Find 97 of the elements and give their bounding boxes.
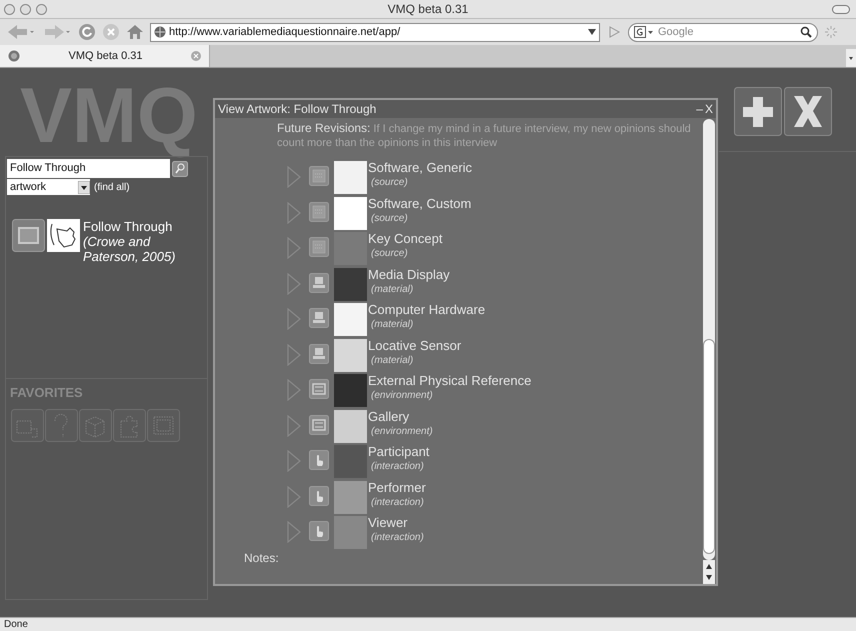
frame-icon (309, 414, 329, 434)
item-category: (environment) (371, 426, 433, 438)
photo-placeholder (334, 196, 367, 230)
dropdown-caret-icon[interactable] (588, 29, 596, 35)
binary-icon (309, 237, 329, 257)
scroll-arrows-icon[interactable] (703, 560, 715, 584)
tab-list-icon[interactable] (846, 49, 856, 67)
search-icon[interactable] (800, 26, 812, 38)
item-name: Performer (368, 480, 426, 496)
photo-placeholder (334, 516, 367, 549)
binary-icon (309, 202, 329, 222)
frame-icon[interactable] (12, 219, 45, 252)
play-arrow-icon[interactable] (287, 308, 301, 330)
window-minimize-control[interactable] (20, 4, 31, 15)
item-category: (source) (371, 248, 409, 261)
globe-icon (8, 50, 20, 62)
play-arrow-icon[interactable] (287, 237, 301, 259)
photo-placeholder (334, 268, 367, 300)
window-close-control[interactable] (4, 4, 15, 15)
item-category: (interaction) (371, 461, 425, 474)
item-name: Software, Custom (368, 196, 472, 212)
item-category: (material) (371, 284, 414, 296)
item-category: (material) (371, 354, 414, 368)
scrollbar-thumb[interactable] (703, 339, 715, 554)
item-name: Viewer (368, 515, 409, 532)
photo-placeholder (334, 161, 367, 194)
window-title: VMQ beta 0.31 (388, 1, 468, 18)
notes-label: Notes: (244, 550, 280, 566)
photo-placeholder (334, 410, 367, 442)
search-icon[interactable] (172, 160, 188, 176)
photo-placeholder (334, 480, 367, 514)
dropdown-caret-icon (78, 180, 90, 194)
close-button[interactable]: X (704, 100, 713, 118)
minimize-button[interactable]: – (696, 100, 703, 118)
play-arrow-icon[interactable] (287, 486, 301, 508)
item-name: Gallery (368, 408, 410, 425)
toolbar-toggle-control[interactable] (832, 5, 850, 14)
computer-icon (309, 308, 329, 328)
close-icon[interactable] (784, 87, 832, 136)
stop-icon[interactable] (102, 23, 120, 41)
play-arrow-icon[interactable] (287, 166, 301, 188)
future-revisions-text: Future Revisions: If I change my mind in a future interview, my new opinions should count more than the opinions in this interview (277, 121, 692, 150)
play-arrow-icon[interactable] (287, 379, 301, 401)
search-field[interactable]: Google (628, 22, 818, 42)
letter-g-icon (634, 26, 654, 38)
globe-icon (154, 26, 166, 38)
frame-outline-icon[interactable] (147, 408, 180, 442)
puzzle-outline-icon[interactable] (113, 408, 146, 442)
back-arrow-icon[interactable] (6, 23, 36, 41)
status-text: Done (4, 618, 28, 631)
plus-icon[interactable] (734, 87, 782, 136)
box-outline-icon[interactable] (79, 408, 112, 442)
type-select[interactable]: artwork (7, 179, 90, 195)
item-category: (source) (371, 212, 409, 226)
binary-icon (309, 166, 329, 186)
hand-icon (309, 521, 329, 541)
photo-placeholder (334, 338, 367, 372)
item-category: (interaction) (371, 532, 424, 545)
item-name: Locative Sensor (368, 338, 462, 354)
play-arrow-icon[interactable] (287, 202, 301, 224)
dialog-title: View Artwork: Follow Through (218, 101, 378, 118)
item-category: (interaction) (371, 496, 425, 510)
item-name: Computer Hardware (368, 302, 486, 318)
frame-icon (309, 379, 329, 399)
hand-icon (309, 486, 329, 506)
photo-placeholder (334, 303, 367, 336)
suitcase-outline-icon[interactable] (11, 408, 44, 442)
photo-placeholder (334, 374, 367, 407)
result-credit: (Crowe and Paterson, 2005) (83, 234, 177, 264)
play-arrow-icon[interactable] (287, 414, 301, 436)
play-arrow-icon[interactable] (287, 450, 301, 472)
item-name: Media Display (368, 266, 450, 283)
item-category: (source) (371, 177, 409, 190)
reload-icon[interactable] (78, 23, 96, 41)
home-icon[interactable] (126, 23, 144, 41)
play-arrow-icon[interactable] (287, 344, 301, 366)
item-name: Software, Generic (368, 160, 472, 176)
item-name: External Physical Reference (368, 373, 532, 390)
question-outline-icon[interactable] (45, 408, 78, 442)
search-input[interactable]: Follow Through (7, 159, 170, 178)
browser-tab[interactable]: VMQ beta 0.31 (0, 45, 210, 67)
item-name: Key Concept (368, 231, 442, 248)
address-field[interactable]: http://www.variablemediaquestionnaire.net/app/ (150, 22, 600, 42)
loading-spinner-icon (824, 25, 838, 39)
result-title[interactable]: Follow Through (83, 219, 183, 234)
window-zoom-control[interactable] (36, 4, 47, 15)
find-all-link[interactable]: (find all) (94, 180, 130, 194)
forward-arrow-icon[interactable] (42, 23, 72, 41)
computer-icon (309, 344, 329, 364)
item-category: (environment) (371, 390, 434, 403)
item-name: Participant (368, 444, 430, 460)
item-category: (material) (371, 319, 414, 332)
computer-icon (309, 272, 329, 292)
play-arrow-icon[interactable] (287, 521, 301, 543)
close-icon[interactable] (191, 51, 201, 61)
hand-icon (309, 450, 329, 470)
play-arrow-icon[interactable] (287, 272, 301, 294)
